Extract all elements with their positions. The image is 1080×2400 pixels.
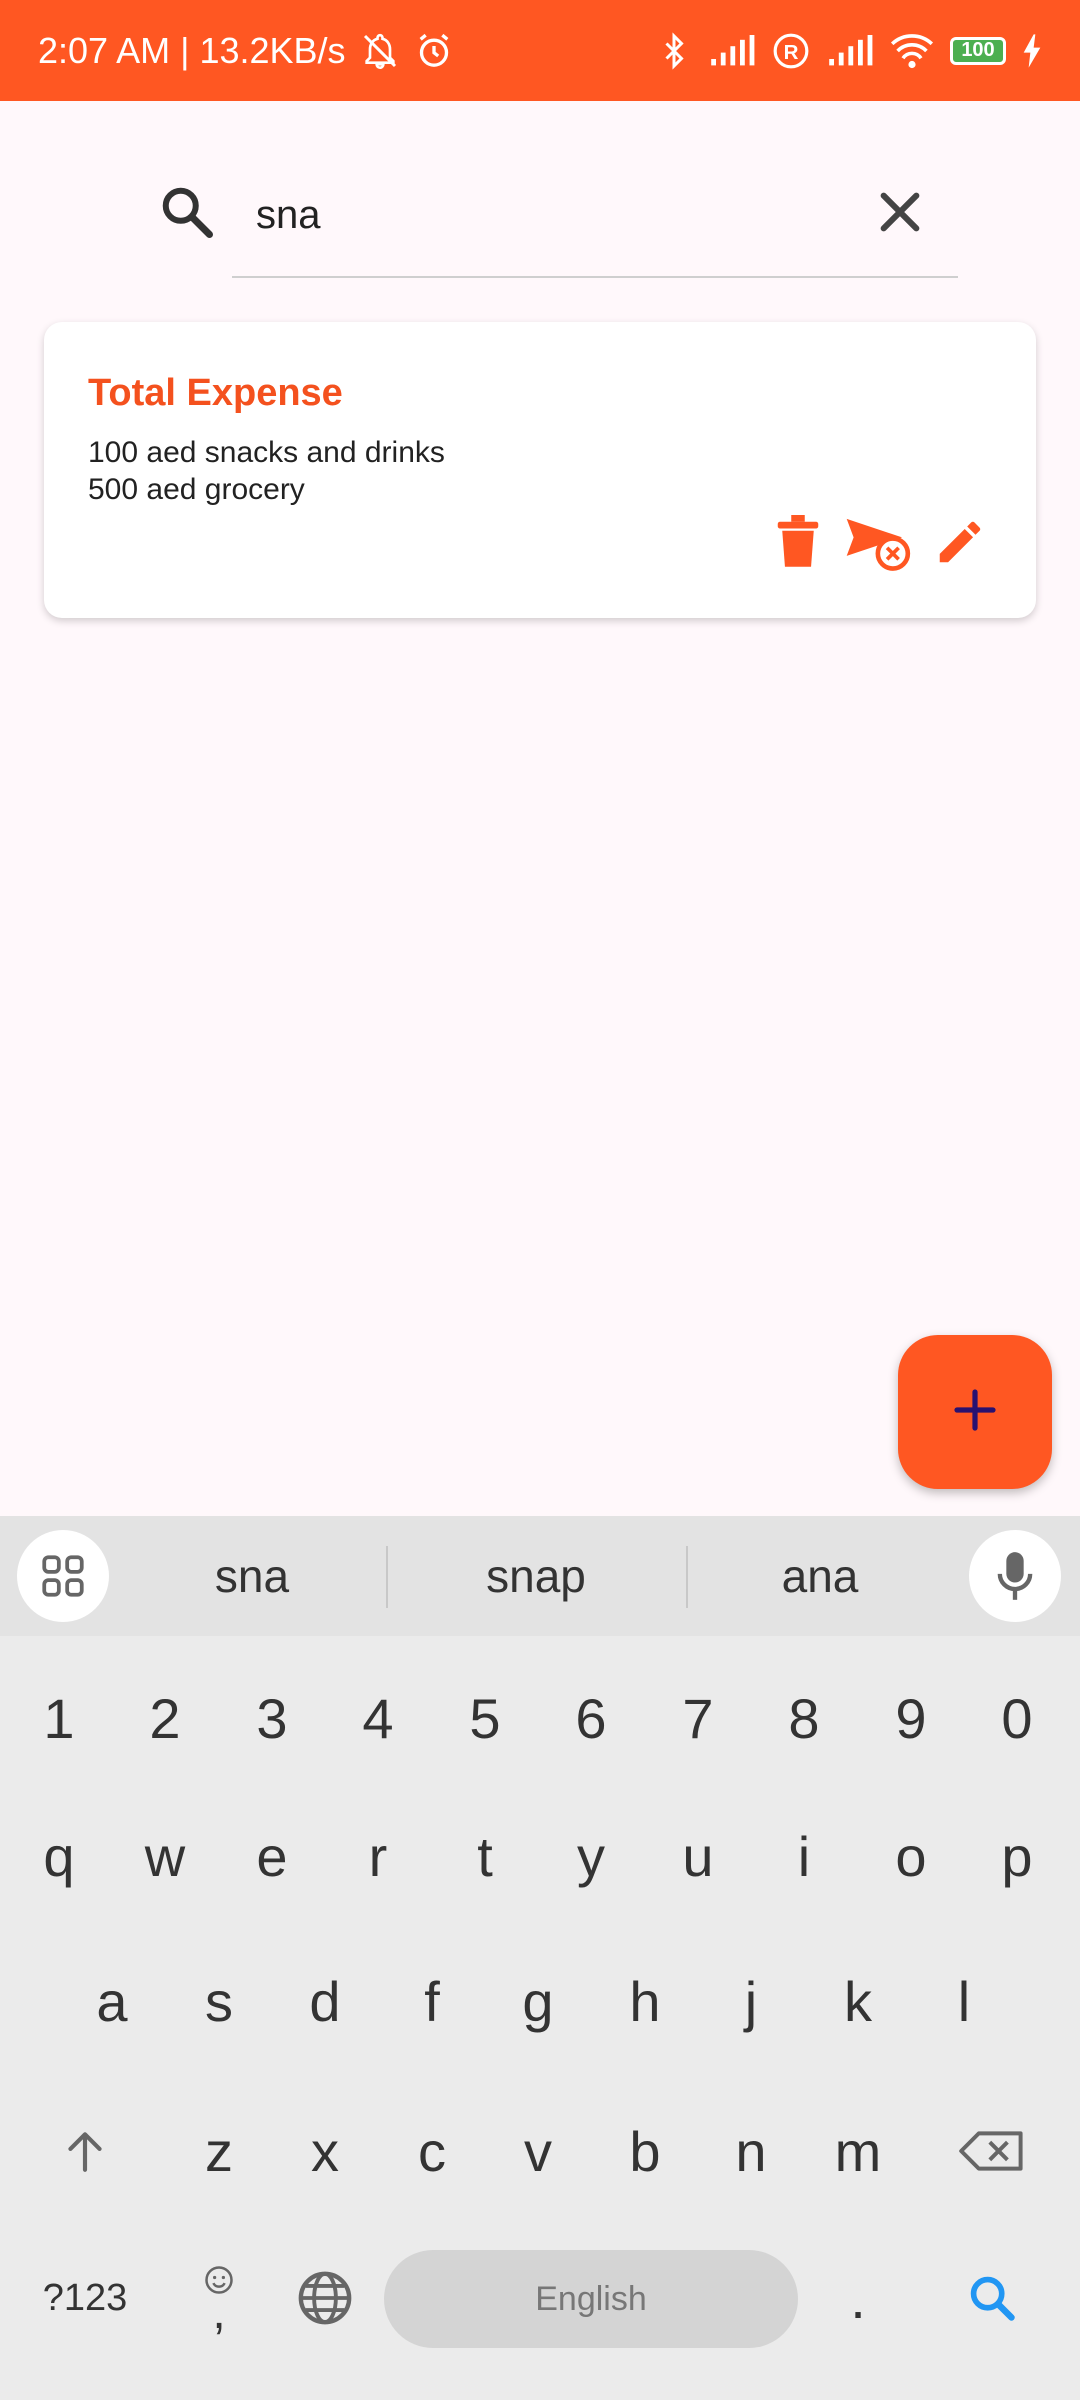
charging-icon bbox=[1022, 33, 1042, 68]
key-h[interactable]: h bbox=[595, 1941, 695, 2061]
key-t[interactable]: t bbox=[435, 1796, 535, 1916]
key-w[interactable]: w bbox=[115, 1796, 215, 1916]
key-0[interactable]: 0 bbox=[967, 1658, 1067, 1778]
edit-icon[interactable] bbox=[930, 512, 990, 572]
key-g[interactable]: g bbox=[488, 1941, 588, 2061]
key-y[interactable]: y bbox=[541, 1796, 641, 1916]
key-m[interactable]: m bbox=[808, 2091, 908, 2211]
key-e[interactable]: e bbox=[222, 1796, 322, 1916]
key-o[interactable]: o bbox=[861, 1796, 961, 1916]
key-n[interactable]: n bbox=[701, 2091, 801, 2211]
search-icon bbox=[157, 182, 217, 242]
shift-key[interactable] bbox=[35, 2091, 135, 2211]
signal-icon bbox=[708, 33, 756, 69]
status-time-speed: 2:07 AM | 13.2KB/s bbox=[38, 29, 346, 71]
period-key[interactable]: . bbox=[808, 2238, 908, 2358]
send-cancel-icon[interactable] bbox=[844, 512, 914, 572]
keyboard: sna snap ana 1 2 3 4 5 6 7 8 9 0 q w e r… bbox=[0, 1516, 1080, 2400]
suggestion-divider bbox=[386, 1546, 388, 1608]
key-k[interactable]: k bbox=[808, 1941, 908, 2061]
roaming-icon: R bbox=[772, 32, 810, 70]
search-key[interactable] bbox=[942, 2238, 1042, 2358]
comma-label: , bbox=[212, 2286, 226, 2339]
mute-bell-icon bbox=[360, 31, 400, 71]
signal-icon bbox=[826, 33, 874, 69]
key-d[interactable]: d bbox=[275, 1941, 375, 2061]
alarm-icon bbox=[414, 31, 454, 71]
apps-grid-icon[interactable] bbox=[17, 1530, 109, 1622]
suggestion-1[interactable]: sna bbox=[122, 1516, 382, 1636]
key-4[interactable]: 4 bbox=[328, 1658, 428, 1778]
card-body: 100 aed snacks and drinks 500 aed grocer… bbox=[88, 436, 445, 506]
status-right: R 100 bbox=[656, 31, 1042, 71]
key-u[interactable]: u bbox=[648, 1796, 748, 1916]
key-3[interactable]: 3 bbox=[222, 1658, 322, 1778]
close-icon[interactable] bbox=[872, 184, 928, 240]
svg-text:R: R bbox=[784, 40, 799, 63]
bluetooth-icon bbox=[656, 31, 692, 71]
backspace-key[interactable] bbox=[942, 2091, 1042, 2211]
key-b[interactable]: b bbox=[595, 2091, 695, 2211]
key-q[interactable]: q bbox=[9, 1796, 109, 1916]
key-c[interactable]: c bbox=[382, 2091, 482, 2211]
expense-card[interactable]: Total Expense 100 aed snacks and drinks … bbox=[44, 322, 1036, 618]
search-bar bbox=[162, 160, 958, 278]
key-i[interactable]: i bbox=[754, 1796, 854, 1916]
key-2[interactable]: 2 bbox=[115, 1658, 215, 1778]
key-f[interactable]: f bbox=[382, 1941, 482, 2061]
suggestion-3[interactable]: ana bbox=[690, 1516, 950, 1636]
key-a[interactable]: a bbox=[62, 1941, 162, 2061]
key-6[interactable]: 6 bbox=[541, 1658, 641, 1778]
key-j[interactable]: j bbox=[701, 1941, 801, 2061]
key-z[interactable]: z bbox=[169, 2091, 269, 2211]
key-v[interactable]: v bbox=[488, 2091, 588, 2211]
search-input[interactable] bbox=[254, 184, 818, 246]
suggestion-2[interactable]: snap bbox=[406, 1516, 666, 1636]
status-left: 2:07 AM | 13.2KB/s bbox=[38, 30, 454, 72]
key-7[interactable]: 7 bbox=[648, 1658, 748, 1778]
space-key[interactable]: English bbox=[384, 2250, 798, 2348]
suggestion-divider bbox=[686, 1546, 688, 1608]
battery-icon: 100 bbox=[950, 36, 1006, 65]
key-s[interactable]: s bbox=[169, 1941, 269, 2061]
emoji-comma-key[interactable]: , bbox=[169, 2238, 269, 2358]
key-9[interactable]: 9 bbox=[861, 1658, 961, 1778]
wifi-icon bbox=[890, 33, 934, 69]
key-8[interactable]: 8 bbox=[754, 1658, 854, 1778]
key-1[interactable]: 1 bbox=[9, 1658, 109, 1778]
status-bar: 2:07 AM | 13.2KB/s R 100 bbox=[0, 0, 1080, 101]
key-r[interactable]: r bbox=[328, 1796, 428, 1916]
key-p[interactable]: p bbox=[967, 1796, 1067, 1916]
card-actions bbox=[768, 512, 990, 572]
symbols-key[interactable]: ?123 bbox=[35, 2238, 135, 2358]
add-button[interactable] bbox=[898, 1335, 1052, 1489]
key-x[interactable]: x bbox=[275, 2091, 375, 2211]
plus-icon bbox=[951, 1386, 999, 1439]
key-5[interactable]: 5 bbox=[435, 1658, 535, 1778]
microphone-icon[interactable] bbox=[969, 1530, 1061, 1622]
key-l[interactable]: l bbox=[914, 1941, 1014, 2061]
delete-icon[interactable] bbox=[768, 512, 828, 572]
suggestion-row: sna snap ana bbox=[0, 1516, 1080, 1636]
card-title: Total Expense bbox=[88, 372, 343, 414]
globe-key[interactable] bbox=[275, 2238, 375, 2358]
